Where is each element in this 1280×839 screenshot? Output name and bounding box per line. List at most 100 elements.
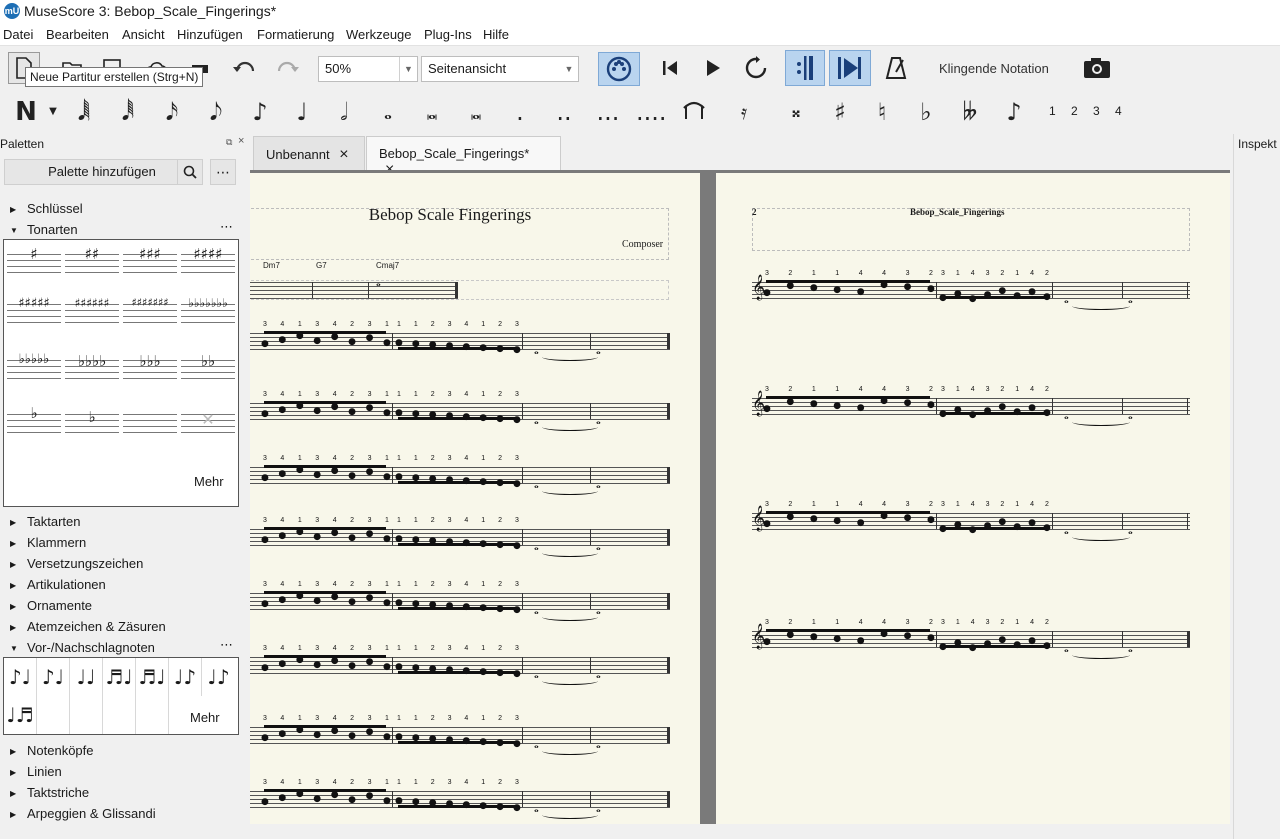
palette-arpeggien[interactable]: ▶ Arpeggien & Glissandi [10,806,156,821]
keysig-g-major[interactable]: ♯ [7,244,61,284]
keysig-open-atonal[interactable]: ✕ [181,404,235,444]
keysig-bflat-major[interactable]: ♭ [7,404,61,444]
menu-ansicht[interactable]: Ansicht [122,27,165,42]
double-dot-button[interactable]: .. [550,94,578,130]
note-whole-button[interactable]: 𝅝 [374,94,402,130]
keysig-d-major[interactable]: ♯♯ [65,244,119,284]
undo-button[interactable] [228,52,260,84]
concert-pitch-toggle[interactable]: Klingende Notation [939,61,1049,76]
keysig-aflat-major[interactable]: ♭♭♭ [123,350,177,390]
note-8th-button[interactable]: 𝅘𝅥𝅮 [202,94,230,130]
note-16th-button[interactable]: 𝅘𝅥𝅯 [158,94,186,130]
keysig-eflat-major[interactable]: ♭♭ [181,350,235,390]
voice-1-button[interactable]: 1 [1049,104,1056,118]
tab-bebop-scale[interactable]: Bebop_Scale_Fingerings* × [366,136,561,178]
keysig-cflat-major[interactable]: ♭♭♭♭♭♭♭ [181,294,235,334]
menu-bearbeiten[interactable]: Bearbeiten [46,27,109,42]
double-sharp-button[interactable]: 𝄪 [782,94,810,130]
palette-schluessel[interactable]: ▶ Schlüssel [10,201,83,216]
score-composer[interactable]: Composer [622,239,663,250]
close-icon[interactable]: × [238,135,244,147]
close-icon[interactable]: × [339,146,348,163]
loop-button[interactable] [740,52,772,84]
grace-8th-after[interactable]: ♩♪ [169,658,202,696]
palette-more-icon[interactable]: ⋯ [220,637,233,653]
dot-button[interactable]: . [506,94,534,130]
voice-2-button[interactable]: 2 [1071,104,1078,118]
voice-3-button[interactable]: 3 [1093,104,1100,118]
flip-direction-button[interactable]: ♪ [1000,94,1028,130]
note-breve-button[interactable]: 𝅜 [418,94,446,130]
palette-vorschlagnoten[interactable]: ▼ Vor-/Nachschlagnoten [10,640,155,655]
note-64th-button[interactable]: 𝅘𝅥𝅲 [70,94,98,130]
pan-score-button[interactable] [829,50,871,86]
note-longa-button[interactable]: 𝅜 [462,94,490,130]
play-button[interactable] [697,52,729,84]
float-icon[interactable]: ⧉ [226,137,232,148]
menu-plugins[interactable]: Plug-Ins [424,27,472,42]
menu-werkzeuge[interactable]: Werkzeuge [346,27,412,42]
natural-button[interactable]: ♮ [868,94,896,130]
keysig-more-button[interactable]: Mehr [194,474,224,489]
chevron-down-icon[interactable]: ▼ [46,94,60,130]
palette-klammern[interactable]: ▶ Klammern [10,535,86,550]
keysig-dflat-major[interactable]: ♭♭♭♭ [65,350,119,390]
chord-symbol[interactable]: Dm7 [263,261,280,270]
palette-tonarten[interactable]: ▼ Tonarten [10,222,78,237]
palette-notenkoepfe[interactable]: ▶ Notenköpfe [10,743,94,758]
grace-32nd[interactable]: ♬♩ [136,658,169,696]
metronome-button[interactable] [880,52,912,84]
keysig-e-major[interactable]: ♯♯♯♯ [181,244,235,284]
tie-button[interactable] [680,94,708,130]
note-half-button[interactable]: 𝅗𝅥 [330,94,358,130]
staff-system[interactable] [250,282,458,299]
flat-button[interactable]: ♭ [912,94,940,130]
voice-4-button[interactable]: 4 [1115,104,1122,118]
keysig-fsharp-major[interactable]: ♯♯♯♯♯♯ [65,294,119,334]
menu-hinzufuegen[interactable]: Hinzufügen [177,27,243,42]
keysig-gflat-major[interactable]: ♭♭♭♭♭ [7,350,61,390]
grace-32nd-after[interactable]: ♩♬ [4,696,37,734]
palette-versetzungszeichen[interactable]: ▶ Versetzungszeichen [10,556,143,571]
play-repeats-button[interactable] [785,50,825,86]
menu-hilfe[interactable]: Hilfe [483,27,509,42]
keysig-c-major[interactable] [123,404,177,444]
grace-acciaccatura[interactable]: ♪♩ [4,658,37,696]
score-canvas[interactable]: Bebop Scale Fingerings Composer Dm7 G7 C… [250,170,1230,824]
palette-linien[interactable]: ▶ Linien [10,764,62,779]
menu-datei[interactable]: Datei [3,27,33,42]
score-title[interactable]: Bebop Scale Fingerings [250,205,650,225]
note-8th-button[interactable]: ♪ [246,94,274,130]
palette-taktstriche[interactable]: ▶ Taktstriche [10,785,89,800]
rest-button[interactable]: 𝄿 [730,94,758,130]
tab-unbenannt[interactable]: Unbenannt × [253,136,365,170]
palette-ornamente[interactable]: ▶ Ornamente [10,598,92,613]
note-32nd-button[interactable]: 𝅘𝅥𝅱 [114,94,142,130]
keysig-b-major[interactable]: ♯♯♯♯♯ [7,294,61,334]
triple-dot-button[interactable]: ... [594,94,622,130]
midi-input-button[interactable] [598,52,640,86]
palette-taktarten[interactable]: ▶ Taktarten [10,514,80,529]
chord-symbol[interactable]: G7 [316,261,327,270]
search-palette-button[interactable] [177,159,203,185]
note-input-button[interactable]: N [12,94,40,130]
quad-dot-button[interactable]: .... [636,94,667,130]
palette-options-button[interactable]: ⋯ [210,159,236,185]
keysig-a-major[interactable]: ♯♯♯ [123,244,177,284]
view-mode-combo[interactable]: Seitenansicht ▼ [421,56,579,82]
redo-button[interactable] [272,52,304,84]
whole-note[interactable]: 𝅝 [376,275,381,290]
zoom-combo[interactable]: 50% ▼ [318,56,418,82]
grace-16th-after[interactable]: ♩♪ [202,658,235,696]
palette-atemzeichen[interactable]: ▶ Atemzeichen & Zäsuren [10,619,166,634]
keysig-f-major[interactable]: ♭ [65,404,119,444]
palette-artikulationen[interactable]: ▶ Artikulationen [10,577,106,592]
note-quarter-button[interactable]: ♩ [288,94,316,130]
image-capture-button[interactable] [1081,52,1113,84]
grace-16th[interactable]: ♬♩ [103,658,136,696]
keysig-csharp-major[interactable]: ♯♯♯♯♯♯♯ [123,294,177,334]
add-palette-button[interactable]: Palette hinzufügen [4,159,200,185]
sharp-button[interactable]: ♯ [826,94,854,130]
palette-more-icon[interactable]: ⋯ [220,219,233,235]
chord-symbol[interactable]: Cmaj7 [376,261,399,270]
